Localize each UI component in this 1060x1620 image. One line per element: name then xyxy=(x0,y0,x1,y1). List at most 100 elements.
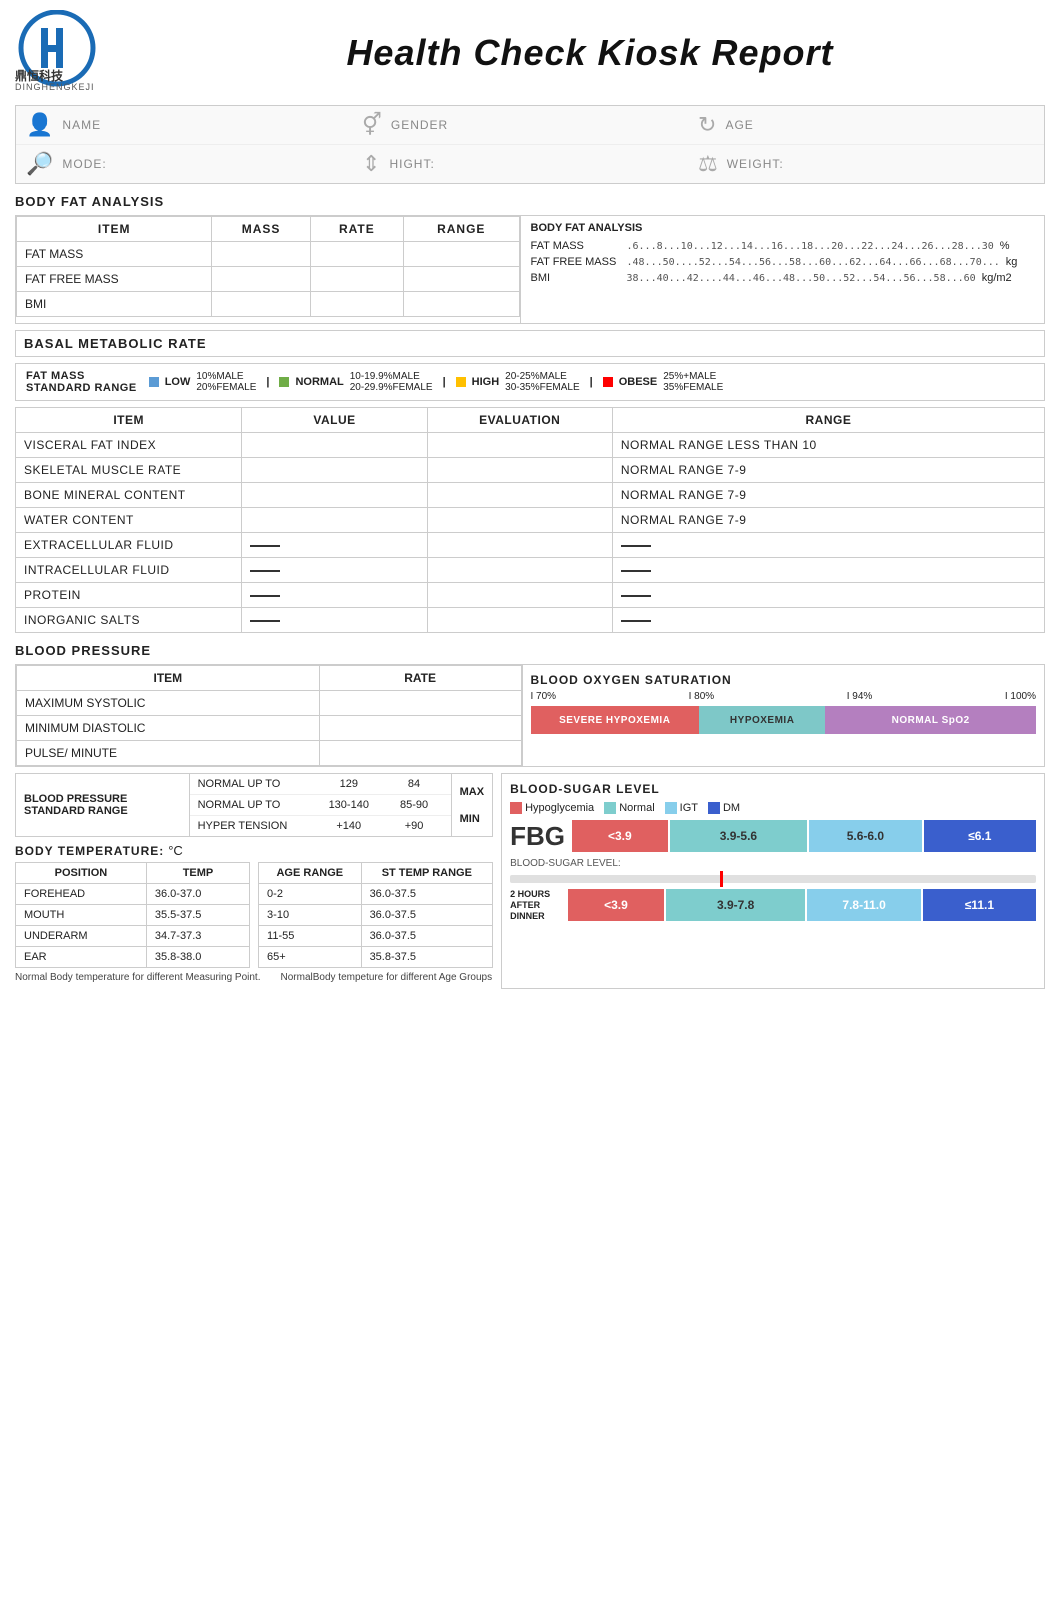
table-row: 11-55 36.0-37.5 xyxy=(259,926,493,947)
col-item: ITEM xyxy=(17,217,212,242)
table-row: 3-10 36.0-37.5 xyxy=(259,905,493,926)
bs-marker xyxy=(720,871,723,887)
blood-pressure-title: BLOOD PRESSURE xyxy=(15,641,1045,660)
weight-field: ⚖ WEIGHT: xyxy=(698,151,1034,177)
fat-mass-scale-row: FAT MASS .6...8...10...12...14...16...18… xyxy=(531,240,1035,252)
fat-mass-unit: % xyxy=(1000,240,1010,252)
body-temp-section: BODY TEMPERATURE: °C POSITION TEMP FOREH… xyxy=(15,843,493,983)
bp-max-3: +140 xyxy=(320,820,377,832)
gender-icon: ⚥ xyxy=(362,112,383,138)
inorganic-item: INORGANIC SALTS xyxy=(16,608,242,633)
table-row: BMI xyxy=(17,292,520,317)
min-header: MIN xyxy=(460,813,484,825)
item-fat-mass: FAT MASS xyxy=(17,242,212,267)
table-row: 0-2 36.0-37.5 xyxy=(259,884,493,905)
bp-std-row-3: HYPER TENSION +140 +90 xyxy=(190,816,451,836)
gender-field: ⚥ GENDER xyxy=(362,112,698,138)
bp-section: ITEM RATE MAXIMUM SYSTOLIC MINIMUM DIAST… xyxy=(15,664,1045,767)
position-temp-table: POSITION TEMP FOREHEAD 36.0-37.0 MOUTH 3… xyxy=(15,862,250,968)
bc-col-item: ITEM xyxy=(16,408,242,433)
fbg-seg-2: 3.9-5.6 xyxy=(670,820,808,852)
sys-item: MAXIMUM SYSTOLIC xyxy=(17,691,320,716)
bmc-item: BONE MINERAL CONTENT xyxy=(16,483,242,508)
bp-max-1: 129 xyxy=(320,778,377,790)
marker-94: I 94% xyxy=(847,691,873,702)
bmi-scale-row: BMI 38...40...42....44...46...48...50...… xyxy=(531,272,1035,284)
fat-free-scale: .48...50....52...54...56...58...60...62.… xyxy=(627,257,1000,268)
low-sub: 10%MALE20%FEMALE xyxy=(196,371,256,393)
bp-col-item: ITEM xyxy=(17,666,320,691)
obese-label: OBESE xyxy=(619,376,658,388)
mode-field: 🔎 MODE: xyxy=(26,151,362,177)
inorganic-value-dash xyxy=(250,620,280,622)
fbg-seg-4: ≤6.1 xyxy=(924,820,1036,852)
info-bar: 👤 NAME ⚥ GENDER ↻ AGE 🔎 MODE: ⇕ HIGHT: ⚖… xyxy=(15,105,1045,184)
temp-title: BODY TEMPERATURE: xyxy=(15,844,164,858)
age-0-2: 0-2 xyxy=(259,884,362,905)
logo: DINGHENGKEJI 鼎恒科技 xyxy=(15,10,115,95)
oxy-normal: NORMAL SpO2 xyxy=(825,706,1036,734)
age-icon: ↻ xyxy=(698,112,717,138)
bp-right: BLOOD OXYGEN SATURATION I 70% I 80% I 94… xyxy=(523,665,1045,766)
table-row: MAXIMUM SYSTOLIC xyxy=(17,691,522,716)
range-sep3: | xyxy=(590,376,593,388)
oxy-markers: I 70% I 80% I 94% I 100% xyxy=(531,691,1037,702)
item-bmi: BMI xyxy=(17,292,212,317)
inorganic-range-dash xyxy=(621,620,651,622)
temp-note-1: Normal Body temperature for different Me… xyxy=(15,972,261,983)
obese-dot xyxy=(603,377,613,387)
smr-range: NORMAL RANGE 7-9 xyxy=(612,458,1044,483)
legend-hypo: Hypoglycemia xyxy=(510,802,594,814)
body-composition-table: ITEM VALUE EVALUATION RANGE VISCERAL FAT… xyxy=(15,407,1045,633)
forehead-pos: FOREHEAD xyxy=(16,884,147,905)
bp-standard-values: NORMAL UP TO 129 84 NORMAL UP TO 130-140… xyxy=(190,774,451,836)
fat-free-right-label: FAT FREE MASS xyxy=(531,256,621,268)
low-dot xyxy=(149,377,159,387)
oxy-title: BLOOD OXYGEN SATURATION xyxy=(531,673,1037,687)
legend-dm: DM xyxy=(708,802,740,814)
table-row: FAT FREE MASS xyxy=(17,267,520,292)
col-mass: MASS xyxy=(212,217,310,242)
low-label: LOW xyxy=(165,376,191,388)
smr-item: SKELETAL MUSCLE RATE xyxy=(16,458,242,483)
table-row: MOUTH 35.5-37.5 xyxy=(16,905,250,926)
name-field: 👤 NAME xyxy=(26,112,362,138)
bc-col-eval: EVALUATION xyxy=(427,408,612,433)
bmc-range: NORMAL RANGE 7-9 xyxy=(612,483,1044,508)
protein-value-dash xyxy=(250,595,280,597)
legend-igt: IGT xyxy=(665,802,698,814)
fbg-seg-1: <3.9 xyxy=(572,820,668,852)
table-row: INORGANIC SALTS xyxy=(16,608,1045,633)
temp-unit: °C xyxy=(168,843,183,858)
vfi-item: VISCERAL FAT INDEX xyxy=(16,433,242,458)
ad-seg-4: ≤11.1 xyxy=(923,889,1036,921)
oxy-hypo: HYPOXEMIA xyxy=(699,706,825,734)
bp-max-2: 130-140 xyxy=(320,799,377,811)
body-fat-right: BODY FAT ANALYSIS FAT MASS .6...8...10..… xyxy=(520,215,1046,324)
fat-mass-right-label: FAT MASS xyxy=(531,240,621,252)
bp-standard-label: BLOOD PRESSURESTANDARD RANGE xyxy=(16,774,190,836)
table-row: FAT MASS xyxy=(17,242,520,267)
bs-level-bar xyxy=(510,875,1036,883)
bp-left: ITEM RATE MAXIMUM SYSTOLIC MINIMUM DIAST… xyxy=(16,665,523,766)
bmr-section: BASAL METABOLIC RATE xyxy=(15,330,1045,357)
bs-level-label: BLOOD-SUGAR LEVEL: xyxy=(510,858,1036,869)
bp-maxmin-headers: MAX MIN xyxy=(451,774,492,836)
weight-label: WEIGHT: xyxy=(727,157,784,171)
fat-free-scale-row: FAT FREE MASS .48...50....52...54...56..… xyxy=(531,256,1035,268)
bp-min-3: +90 xyxy=(385,820,442,832)
mouth-pos: MOUTH xyxy=(16,905,147,926)
table-row: VISCERAL FAT INDEX NORMAL RANGE LESS THA… xyxy=(16,433,1045,458)
fbg-row: FBG <3.9 3.9-5.6 5.6-6.0 ≤6.1 xyxy=(510,820,1036,852)
ad-seg-1: <3.9 xyxy=(568,889,664,921)
svg-text:鼎恒科技: 鼎恒科技 xyxy=(15,68,64,83)
bottom-section: BLOOD PRESSURESTANDARD RANGE NORMAL UP T… xyxy=(15,773,1045,989)
height-icon: ⇕ xyxy=(362,151,381,177)
svg-text:DINGHENGKEJI: DINGHENGKEJI xyxy=(15,82,95,92)
marker-100: I 100% xyxy=(1005,691,1036,702)
bp-std-label-1: NORMAL UP TO xyxy=(198,778,313,790)
table-header-row: ITEM MASS RATE RANGE xyxy=(17,217,520,242)
col-rate: RATE xyxy=(310,217,403,242)
pos-header-row: POSITION TEMP xyxy=(16,863,250,884)
ad-seg-3: 7.8-11.0 xyxy=(807,889,920,921)
